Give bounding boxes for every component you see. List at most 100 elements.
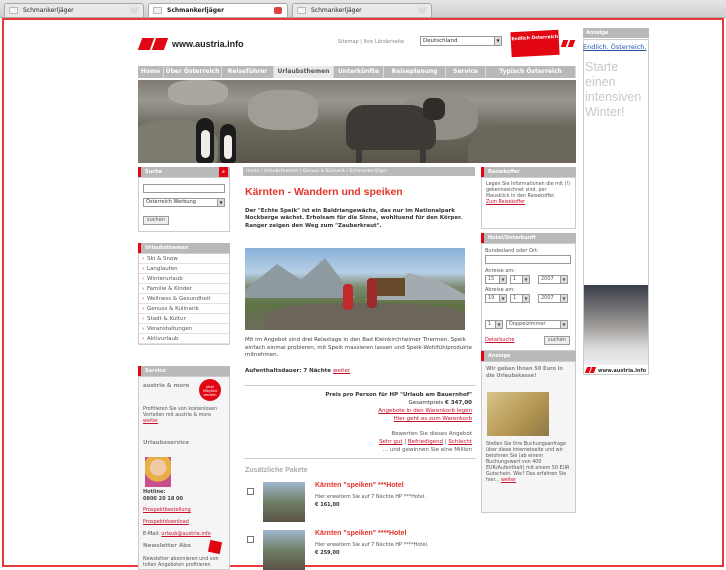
nav-reiseplanung[interactable]: Reiseplanung: [384, 66, 446, 78]
chevron-down-icon: ▼: [560, 276, 567, 283]
departure-month-select[interactable]: 1 ▼: [510, 294, 530, 303]
intro-text: Der "Echte Speik" ist ein Baldriangewäch…: [245, 208, 463, 229]
package-desc: Hier erweitern Sie auf 7 Nächte HP ***Ho…: [315, 494, 426, 500]
arrival-year-select[interactable]: 2007 ▼: [538, 275, 568, 284]
page-icon: [9, 7, 18, 14]
go-to-cart-link[interactable]: Hier geht es zum Warenkorb: [394, 416, 472, 422]
arrival-year: 2007: [541, 276, 554, 282]
location-label: Bundesland oder Ort:: [485, 248, 539, 254]
reisekoffer-link[interactable]: Zum Reisekoffer: [486, 200, 571, 206]
hotel-search-box: Hotel/Unterkunft Bundesland oder Ort: An…: [481, 233, 576, 351]
close-tab-icon[interactable]: [418, 7, 426, 14]
nav-service[interactable]: Service: [446, 66, 486, 78]
theme-familie-kinder[interactable]: Familie & Kinder: [139, 284, 229, 294]
room-type-select[interactable]: Doppelzimmer ▼: [506, 320, 568, 329]
room-type: Doppelzimmer: [509, 321, 546, 327]
arrival-month-select[interactable]: 1 ▼: [510, 275, 530, 284]
departure-month: 1: [513, 295, 517, 301]
endlich-oesterreich-badge[interactable]: Endlich Österreich: [510, 29, 560, 58]
urlaubsservice-title: Urlaubsservice: [143, 440, 190, 446]
hotel-search-button[interactable]: suchen: [544, 336, 570, 345]
ad-link[interactable]: Endlich. Österreich.: [583, 43, 647, 51]
ad-footer: www.austria.info: [598, 368, 647, 374]
promo-title: Anzeige: [481, 351, 576, 361]
add-to-cart-link[interactable]: Angebote in den Warenkorb legen: [378, 408, 472, 414]
nav-reisefuehrer[interactable]: Reiseführer: [222, 66, 274, 78]
nav-urlaubsthemen[interactable]: Urlaubsthemen: [274, 66, 334, 78]
close-tab-icon[interactable]: [274, 7, 282, 14]
chevron-down-icon: ▼: [522, 276, 529, 283]
site-logo[interactable]: www.austria.info: [137, 38, 248, 52]
browser-tab[interactable]: Schmankerljäger: [4, 3, 144, 17]
package-title[interactable]: Kärnten "speiken" ****Hotel: [315, 530, 406, 537]
theme-aktivurlaub[interactable]: Aktivurlaub: [139, 334, 229, 344]
hotline-label: Hotline:: [143, 489, 166, 495]
rooms-select[interactable]: 1 ▼: [485, 320, 503, 329]
browser-tab-active[interactable]: Schmankerljäger: [148, 3, 288, 17]
austria-more-link[interactable]: weiter: [143, 419, 158, 424]
theme-wellness[interactable]: Wellness & Gesundheit: [139, 294, 229, 304]
logo-text: www.austria.info: [172, 39, 244, 49]
package-title[interactable]: Kärnten "speiken" ***Hotel: [315, 482, 404, 489]
tab-label: Schmankerljäger: [311, 7, 362, 14]
departure-label: Abreise am:: [485, 287, 515, 293]
location-input[interactable]: [485, 255, 571, 264]
arrival-month: 1: [513, 276, 517, 282]
departure-day-select[interactable]: 19 ▼: [485, 294, 507, 303]
themes-title: Urlaubsthemen: [138, 243, 230, 253]
arrival-day-select[interactable]: 15 ▼: [485, 275, 507, 284]
detail-search-link[interactable]: Detailsuche: [485, 337, 515, 343]
promo-link[interactable]: weiter: [501, 478, 516, 483]
chevron-down-icon: ▼: [217, 199, 224, 206]
prospektdownload-link[interactable]: Prospektdownload: [143, 519, 189, 525]
rooms-count: 1: [488, 321, 492, 327]
package-checkbox[interactable]: [247, 536, 254, 543]
package-price: € 161,00: [315, 502, 340, 508]
nav-typisch-oesterreich[interactable]: Typisch Österreich: [486, 66, 576, 78]
departure-year-select[interactable]: 2007 ▼: [538, 294, 568, 303]
theme-veranstaltungen[interactable]: Veranstaltungen: [139, 324, 229, 334]
rate-befriedigend-link[interactable]: Befriedigend: [408, 439, 443, 445]
rate-label: Bewerten Sie dieses Angebot: [391, 431, 472, 437]
nav-home[interactable]: Home: [138, 66, 164, 78]
top-links[interactable]: Sitemap | Ihre Länderseite: [338, 39, 404, 45]
duration-link[interactable]: weiter: [333, 368, 350, 374]
search-button[interactable]: suchen: [143, 216, 169, 225]
theme-ski-snow[interactable]: Ski & Snow: [139, 254, 229, 264]
country-select[interactable]: Deutschland ▼: [420, 36, 502, 46]
newsletter-text: Newsletter abonnieren und von tollen Ang…: [143, 557, 219, 568]
rate-sehr-gut-link[interactable]: Sehr gut: [379, 439, 403, 445]
body-text: Mit im Angebot sind drei Relaxtage in de…: [245, 337, 472, 358]
tab-label: Schmankerljäger: [23, 7, 74, 14]
email-link[interactable]: urlaub@austria.info: [161, 531, 210, 537]
package-item: Kärnten "speiken" ****Hotel Hier erweite…: [245, 530, 477, 570]
chevron-down-icon: ▼: [495, 321, 502, 328]
package-checkbox[interactable]: [247, 488, 254, 495]
browser-tab[interactable]: Schmankerljäger: [292, 3, 432, 17]
chevron-down-icon: ▼: [522, 295, 529, 302]
hero-image: [138, 80, 576, 163]
ad-text: Starte einen intensiven Winter!: [585, 60, 642, 119]
breadcrumb[interactable]: Home / Urlaubsthemen / Genuss & Kulinari…: [243, 167, 475, 176]
rate-tail: ... und gewinnen Sie eine Million: [382, 447, 472, 453]
packages-title: Zusätzliche Pakete: [245, 467, 308, 474]
newsletter-icon: [207, 539, 223, 555]
theme-langlaufen[interactable]: Langlaufen: [139, 264, 229, 274]
hotel-title: Hotel/Unterkunft: [481, 233, 576, 243]
total-label: Gesamtpreis: [408, 400, 444, 406]
small-logo-icon: [560, 40, 576, 48]
rate-schlecht-link[interactable]: Schlecht: [448, 439, 472, 445]
theme-stadt-kultur[interactable]: Stadt & Kultur: [139, 314, 229, 324]
theme-genuss[interactable]: Genuss & Kulinarik: [139, 304, 229, 314]
theme-winterurlaub[interactable]: Winterurlaub: [139, 274, 229, 284]
search-input[interactable]: [143, 184, 225, 193]
banknote-image: [487, 392, 549, 436]
search-scope-select[interactable]: Österreich Werbung ▼: [143, 198, 225, 207]
member-badge[interactable]: Jetzt Mitglied werden: [199, 379, 221, 401]
reisekoffer-text: Legen Sie Informationen die mit (!) geke…: [486, 182, 571, 199]
close-tab-icon[interactable]: [130, 7, 138, 14]
nav-unterkuenfte[interactable]: Unterkünfte: [334, 66, 384, 78]
nav-ueber-oesterreich[interactable]: Über Österreich: [164, 66, 222, 78]
prospektbestellung-link[interactable]: Prospektbestellung: [143, 507, 191, 513]
page-icon: [297, 7, 306, 14]
